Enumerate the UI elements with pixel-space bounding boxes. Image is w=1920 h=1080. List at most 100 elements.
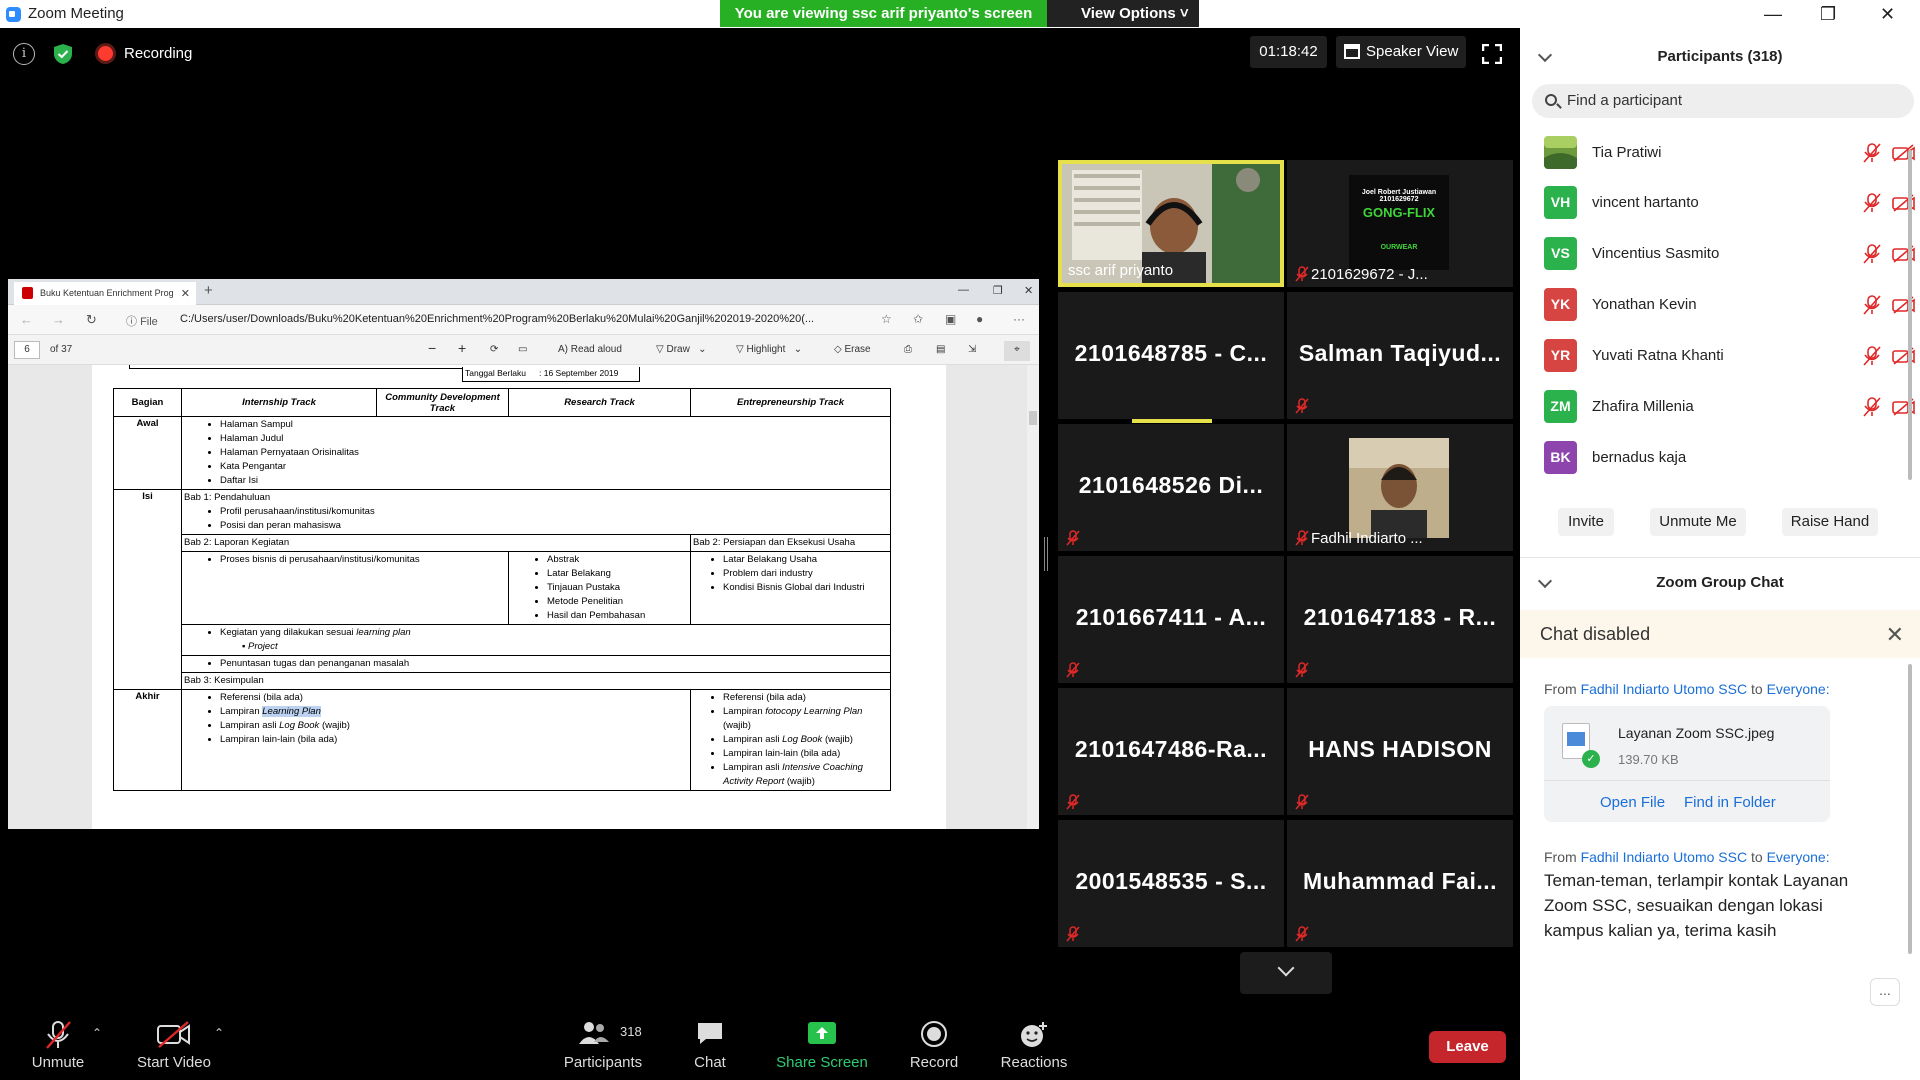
refresh-icon[interactable]: ↻ [86,312,97,328]
close-banner-icon[interactable]: ✕ [1886,622,1904,648]
recipient-link[interactable]: Everyone: [1767,849,1830,865]
browser-tab[interactable]: Buku Ketentuan Enrichment Prog ✕ [14,282,196,305]
file-size: 139.70 KB [1618,752,1679,767]
meeting-info-icon[interactable]: i [13,43,35,65]
draw-button[interactable]: ▽ Draw ⌄ [656,344,707,355]
participant-row[interactable]: YR Yuvati Ratna Khanti [1544,339,1915,375]
shared-screen[interactable]: Buku Ketentuan Enrichment Prog ✕ + — ❐ ✕… [8,279,1039,829]
muted-mic-icon [1863,244,1881,264]
section-awal: Awal [113,416,182,490]
meeting-timer: 01:18:42 [1250,36,1327,68]
participant-name: Vincentius Sasmito [1592,245,1720,262]
participant-row[interactable]: ZM Zhafira Millenia [1544,390,1915,426]
side-panel: — ❐ ✕ Participants (318) Find a particip… [1520,0,1920,1080]
participant-row[interactable]: VS Vincentius Sasmito [1544,237,1915,273]
print-icon[interactable]: ⎙ [904,344,912,355]
participant-name: 2101629672 - J... [1311,266,1428,283]
restore-icon[interactable]: ❐ [1820,4,1836,25]
chat-more-button[interactable]: ... [1870,978,1900,1006]
restore-icon[interactable]: ❐ [993,284,1003,297]
sender-link[interactable]: Fadhil Indiarto Utomo SSC [1581,849,1748,865]
browser-tab-bar: Buku Ketentuan Enrichment Prog ✕ + — ❐ ✕ [8,279,1039,305]
close-tab-icon[interactable]: ✕ [181,287,190,300]
encryption-shield-icon[interactable] [52,43,74,65]
video-tile-active[interactable]: ssc arif priyanto [1058,160,1284,287]
video-tile[interactable]: 2101648785 - C... [1058,292,1284,419]
pdf-viewport[interactable]: Tanggal Berlaku : 16 September 2019 Bagi… [8,365,1039,829]
video-tile[interactable]: 2101647183 - R... [1287,556,1513,683]
view-options-button[interactable]: View Options ˅ [1047,0,1199,27]
fullscreen-icon[interactable] [1482,44,1502,64]
favorites-icon[interactable]: ✩ [913,312,923,326]
pdf-scrollbar[interactable] [1027,365,1039,829]
video-tile[interactable]: Salman Taqiyud... [1287,292,1513,419]
unmute-me-button[interactable]: Unmute Me [1650,508,1746,536]
save-as-icon[interactable]: ⇲ [968,344,976,355]
participant-name: Fadhil Indiarto ... [1311,530,1423,547]
participants-scrollbar[interactable] [1908,150,1914,480]
list-item: Referensi (bila ada) [220,691,688,705]
favorite-star-icon[interactable]: ☆ [881,312,892,326]
url-field[interactable]: C:/Users/user/Downloads/Buku%20Ketentuan… [180,313,870,325]
rotate-icon[interactable]: ⟳ [490,344,498,355]
read-aloud-button[interactable]: A) Read aloud [558,344,622,355]
muted-mic-icon [1295,926,1309,942]
highlight-button[interactable]: ▽ Highlight ⌄ [736,344,802,355]
muted-mic-icon [1863,346,1881,366]
save-icon[interactable]: ▤ [936,344,945,355]
avatar: YR [1544,339,1577,372]
sender-link[interactable]: Fadhil Indiarto Utomo SSC [1581,681,1748,697]
participant-row[interactable]: YK Yonathan Kevin [1544,288,1915,324]
minimize-icon[interactable]: — [958,284,969,296]
zoom-in-icon[interactable]: + [458,340,466,356]
pin-toolbar-icon[interactable]: ⌖ [1004,341,1030,361]
video-tile[interactable]: 2101667411 - A... [1058,556,1284,683]
new-tab-icon[interactable]: + [204,282,213,299]
list-item: Kegiatan yang dilakukan sesuai learning … [220,626,888,640]
forward-icon[interactable]: → [52,312,65,327]
video-tile[interactable]: HANS HADISON [1287,688,1513,815]
file-attachment[interactable]: ✓ Layanan Zoom SSC.jpeg 139.70 KB Open F… [1544,706,1830,822]
audio-options-icon[interactable]: ⌃ [92,1026,102,1040]
page-number-input[interactable]: 6 [14,341,40,359]
raise-hand-button[interactable]: Raise Hand [1782,508,1878,536]
participant-row[interactable]: Tia Pratiwi [1544,136,1915,172]
video-tile[interactable]: Joel Robert Justiawan 2101629672 GONG-FL… [1287,160,1513,287]
panel-divider [1520,557,1920,558]
close-icon[interactable]: ✕ [1024,284,1033,297]
close-icon[interactable]: ✕ [1880,4,1895,25]
profile-poster: Joel Robert Justiawan 2101629672 GONG-FL… [1349,175,1449,270]
minimize-icon[interactable]: — [1764,4,1782,25]
video-tile[interactable]: Muhammad Fai... [1287,820,1513,947]
recording-label: Recording [124,45,193,62]
participant-row[interactable]: VH vincent hartanto [1544,186,1915,222]
participant-search-input[interactable]: Find a participant [1532,84,1914,118]
open-file-link[interactable]: Open File [1600,794,1665,811]
zoom-out-icon[interactable]: − [428,340,436,356]
video-tile[interactable]: 2101647486-Ra... [1058,688,1284,815]
leave-button[interactable]: Leave [1429,1031,1506,1063]
participant-name: 2101647486-Ra... [1074,736,1268,762]
participant-name: 2101648785 - C... [1074,340,1268,366]
scroll-thumb[interactable] [1029,411,1037,425]
fit-page-icon[interactable]: ▭ [518,344,527,355]
back-icon[interactable]: ← [20,312,33,327]
collections-icon[interactable]: ▣ [945,312,956,326]
recipient-link[interactable]: Everyone: [1767,681,1830,697]
video-options-icon[interactable]: ⌃ [214,1026,224,1040]
video-tile[interactable]: Fadhil Indiarto ... [1287,424,1513,551]
find-in-folder-link[interactable]: Find in Folder [1684,794,1776,811]
chat-disabled-banner: Chat disabled ✕ [1520,610,1920,658]
gallery-next-page-button[interactable] [1240,952,1332,994]
video-tile[interactable]: 2101648526 Di... [1058,424,1284,551]
chat-scrollbar[interactable] [1908,664,1912,954]
profile-icon[interactable]: ● [976,312,983,326]
erase-button[interactable]: ◇ Erase [834,344,871,355]
participant-row[interactable]: BK bernadus kaja [1544,441,1904,477]
more-icon[interactable]: ··· [1013,312,1025,326]
splitter-handle[interactable] [1044,537,1048,571]
video-tile[interactable]: 2001548535 - S... [1058,820,1284,947]
invite-button[interactable]: Invite [1558,508,1614,536]
speaker-view-button[interactable]: Speaker View [1336,36,1466,68]
muted-mic-icon [1295,662,1309,678]
